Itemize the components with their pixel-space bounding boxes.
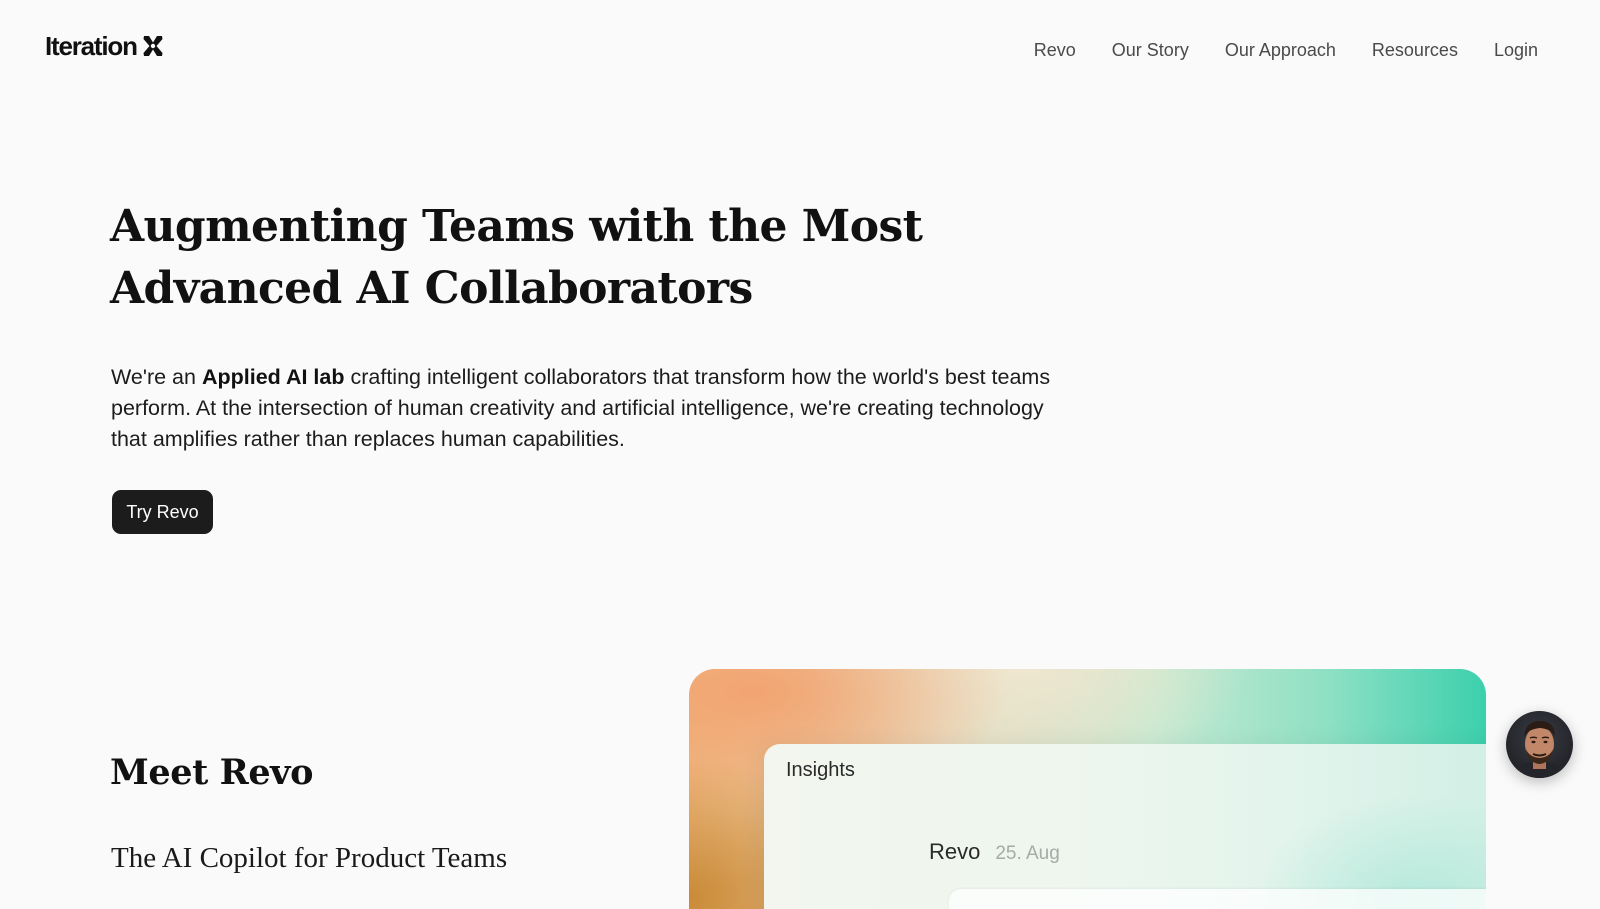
meet-revo-subtitle: The AI Copilot for Product Teams [111, 842, 508, 874]
main-nav: Revo Our Story Our Approach Resources Lo… [1034, 38, 1538, 62]
hero-title-line-1: Augmenting Teams with the Most [110, 201, 923, 252]
logo-text: Iteration [45, 31, 138, 61]
nav-link-resources[interactable]: Resources [1372, 38, 1458, 62]
user-avatar-icon[interactable] [1506, 711, 1573, 778]
nav-link-our-approach[interactable]: Our Approach [1225, 38, 1336, 62]
hero-description: We're an Applied AI lab crafting intelli… [111, 362, 1071, 455]
nav-link-our-story[interactable]: Our Story [1112, 38, 1189, 62]
message-header: Revo 25. Aug [929, 839, 1060, 865]
insights-panel-title: Insights [786, 759, 855, 781]
message-bubble [949, 889, 1486, 909]
message-author: Revo [929, 839, 981, 864]
insights-panel: Insights Revo 25. Aug [764, 744, 1486, 909]
hero-desc-prefix: We're an [111, 365, 202, 389]
nav-link-revo[interactable]: Revo [1034, 38, 1076, 62]
hero-desc-highlight: Applied AI lab [201, 365, 345, 389]
message-date: 25. Aug [995, 843, 1060, 864]
iteration-x-logo[interactable]: Iteration [45, 33, 165, 59]
meet-revo-title: Meet Revo [110, 752, 314, 793]
nav-link-login[interactable]: Login [1494, 38, 1538, 62]
try-revo-button[interactable]: Try Revo [112, 490, 213, 534]
x-mark-icon [143, 36, 163, 56]
product-preview-card: Insights Revo 25. Aug [689, 669, 1486, 909]
site-header: Iteration Revo Our Story Our Approach Re… [0, 0, 1600, 100]
hero-title: Augmenting Teams with the Most Advanced … [110, 196, 1010, 320]
hero-title-line-2: Advanced AI Collaborators [110, 263, 753, 314]
